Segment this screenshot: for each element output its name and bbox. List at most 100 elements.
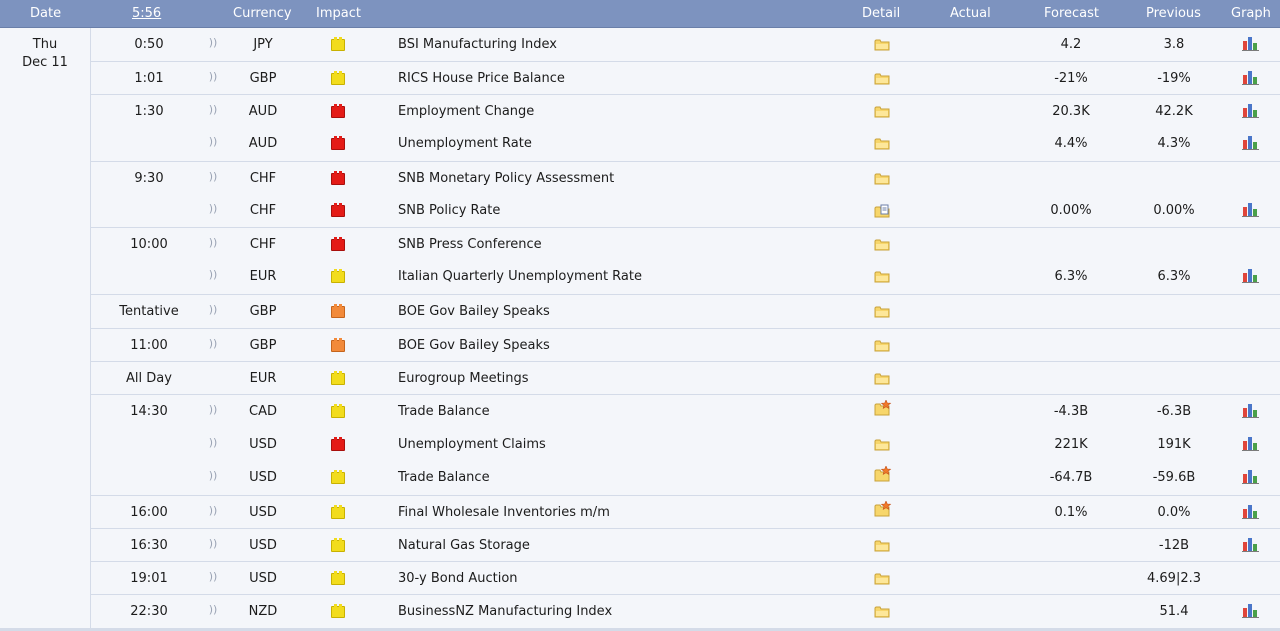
sound-alert-icon[interactable]: )) bbox=[207, 202, 219, 215]
table-row[interactable]: )) USD Trade Balance -64.7B -59.6B bbox=[91, 461, 1280, 494]
folder-icon[interactable] bbox=[874, 137, 890, 150]
sound-alert-icon[interactable]: )) bbox=[207, 436, 219, 449]
sound-alert-icon[interactable]: )) bbox=[207, 70, 219, 83]
table-row[interactable]: )) EUR Italian Quarterly Unemployment Rate… bbox=[91, 260, 1280, 293]
folder-icon[interactable] bbox=[874, 605, 890, 618]
bar-graph-icon[interactable] bbox=[1242, 69, 1260, 85]
table-row[interactable]: All Day EUR Eurogroup Meetings bbox=[91, 361, 1280, 395]
folder-star-icon[interactable] bbox=[874, 466, 892, 482]
event-currency: USD bbox=[249, 437, 277, 452]
folder-icon[interactable] bbox=[874, 238, 890, 251]
bar-graph-icon[interactable] bbox=[1242, 402, 1260, 418]
sound-alert-icon[interactable]: )) bbox=[207, 103, 219, 116]
folder-icon[interactable] bbox=[874, 38, 890, 51]
event-title[interactable]: SNB Press Conference bbox=[398, 237, 542, 252]
event-time: 11:00 bbox=[130, 338, 168, 353]
event-title[interactable]: Natural Gas Storage bbox=[398, 538, 530, 553]
event-previous: 42.2K bbox=[1155, 104, 1193, 119]
header-graph: Graph bbox=[1231, 6, 1271, 21]
event-title[interactable]: Trade Balance bbox=[398, 470, 490, 485]
table-row[interactable]: )) USD Unemployment Claims 221K 191K bbox=[91, 428, 1280, 461]
event-title[interactable]: SNB Policy Rate bbox=[398, 203, 500, 218]
event-title[interactable]: Eurogroup Meetings bbox=[398, 371, 529, 386]
folder-icon[interactable] bbox=[874, 438, 890, 451]
header-clock[interactable]: 5:56 bbox=[132, 6, 161, 21]
table-row[interactable]: Tentative)) GBP BOE Gov Bailey Speaks bbox=[91, 294, 1280, 328]
event-title[interactable]: BusinessNZ Manufacturing Index bbox=[398, 604, 612, 619]
table-row[interactable]: 10:00)) CHF SNB Press Conference bbox=[91, 227, 1280, 261]
bar-graph-icon[interactable] bbox=[1242, 35, 1260, 51]
event-time: 14:30 bbox=[130, 404, 168, 419]
folder-icon[interactable] bbox=[874, 572, 890, 585]
bar-graph-icon[interactable] bbox=[1242, 267, 1260, 283]
event-title[interactable]: SNB Monetary Policy Assessment bbox=[398, 171, 614, 186]
folder-icon[interactable] bbox=[874, 539, 890, 552]
table-row[interactable]: 22:30)) NZD BusinessNZ Manufacturing Index… bbox=[91, 594, 1280, 628]
table-row[interactable]: 19:01)) USD 30-y Bond Auction 4.69|2.3 bbox=[91, 561, 1280, 595]
event-currency: CHF bbox=[249, 203, 277, 218]
sound-alert-icon[interactable]: )) bbox=[207, 268, 219, 281]
folder-icon[interactable] bbox=[874, 172, 890, 185]
event-previous: -59.6B bbox=[1152, 470, 1196, 485]
sound-alert-icon[interactable]: )) bbox=[207, 537, 219, 550]
table-row[interactable]: )) AUD Unemployment Rate 4.4% 4.3% bbox=[91, 127, 1280, 160]
event-title[interactable]: RICS House Price Balance bbox=[398, 71, 565, 86]
folder-icon[interactable] bbox=[874, 305, 890, 318]
sound-alert-icon[interactable]: )) bbox=[207, 236, 219, 249]
event-forecast: 6.3% bbox=[1054, 269, 1088, 284]
sound-alert-icon[interactable]: )) bbox=[207, 403, 219, 416]
event-title[interactable]: BOE Gov Bailey Speaks bbox=[398, 304, 550, 319]
event-previous: 6.3% bbox=[1157, 269, 1191, 284]
bar-graph-icon[interactable] bbox=[1242, 102, 1260, 118]
event-title[interactable]: Trade Balance bbox=[398, 404, 490, 419]
event-title[interactable]: Italian Quarterly Unemployment Rate bbox=[398, 269, 642, 284]
folder-icon[interactable] bbox=[874, 270, 890, 283]
folder-icon[interactable] bbox=[874, 105, 890, 118]
sound-alert-icon[interactable]: )) bbox=[207, 36, 219, 49]
event-currency: EUR bbox=[249, 269, 277, 284]
impact-high-icon bbox=[331, 237, 345, 251]
bar-graph-icon[interactable] bbox=[1242, 602, 1260, 618]
folder-icon[interactable] bbox=[874, 72, 890, 85]
table-row[interactable]: 1:30)) AUD Employment Change 20.3K 42.2K bbox=[91, 94, 1280, 128]
impact-low-icon bbox=[331, 71, 345, 85]
table-row[interactable]: 9:30)) CHF SNB Monetary Policy Assessment bbox=[91, 161, 1280, 195]
table-row[interactable]: 1:01)) GBP RICS House Price Balance -21% -19… bbox=[91, 61, 1280, 95]
event-previous: 51.4 bbox=[1159, 604, 1189, 619]
bar-graph-icon[interactable] bbox=[1242, 201, 1260, 217]
bar-graph-icon[interactable] bbox=[1242, 468, 1260, 484]
event-title[interactable]: Final Wholesale Inventories m/m bbox=[398, 505, 610, 520]
sound-alert-icon[interactable]: )) bbox=[207, 603, 219, 616]
table-row[interactable]: 16:30)) USD Natural Gas Storage -12B bbox=[91, 528, 1280, 562]
impact-high-icon bbox=[331, 136, 345, 150]
sound-alert-icon[interactable]: )) bbox=[207, 504, 219, 517]
sound-alert-icon[interactable]: )) bbox=[207, 469, 219, 482]
event-title[interactable]: BOE Gov Bailey Speaks bbox=[398, 338, 550, 353]
table-row[interactable]: 14:30)) CAD Trade Balance -4.3B -6.3B bbox=[91, 394, 1280, 428]
sound-alert-icon[interactable]: )) bbox=[207, 337, 219, 350]
sound-alert-icon[interactable]: )) bbox=[207, 570, 219, 583]
event-currency: JPY bbox=[253, 37, 273, 52]
folder-icon[interactable] bbox=[874, 372, 890, 385]
folder-star-icon[interactable] bbox=[874, 501, 892, 517]
event-title[interactable]: BSI Manufacturing Index bbox=[398, 37, 557, 52]
table-row[interactable]: 0:50)) JPY BSI Manufacturing Index 4.2 3.8 bbox=[91, 28, 1280, 61]
bar-graph-icon[interactable] bbox=[1242, 536, 1260, 552]
sound-alert-icon[interactable]: )) bbox=[207, 170, 219, 183]
folder-star-icon[interactable] bbox=[874, 400, 892, 416]
sound-alert-icon[interactable]: )) bbox=[207, 303, 219, 316]
table-row[interactable]: 16:00)) USD Final Wholesale Inventories m/… bbox=[91, 495, 1280, 529]
event-title[interactable]: Unemployment Claims bbox=[398, 437, 546, 452]
table-row[interactable]: 11:00)) GBP BOE Gov Bailey Speaks bbox=[91, 328, 1280, 362]
impact-low-icon bbox=[331, 538, 345, 552]
table-row[interactable]: )) CHF SNB Policy Rate 0.00% 0.00% bbox=[91, 194, 1280, 227]
bar-graph-icon[interactable] bbox=[1242, 503, 1260, 519]
bar-graph-icon[interactable] bbox=[1242, 134, 1260, 150]
folder-icon[interactable] bbox=[874, 339, 890, 352]
event-title[interactable]: Unemployment Rate bbox=[398, 136, 532, 151]
bar-graph-icon[interactable] bbox=[1242, 435, 1260, 451]
folder-doc-icon[interactable] bbox=[874, 204, 890, 218]
sound-alert-icon[interactable]: )) bbox=[207, 135, 219, 148]
event-title[interactable]: 30-y Bond Auction bbox=[398, 571, 518, 586]
event-title[interactable]: Employment Change bbox=[398, 104, 534, 119]
